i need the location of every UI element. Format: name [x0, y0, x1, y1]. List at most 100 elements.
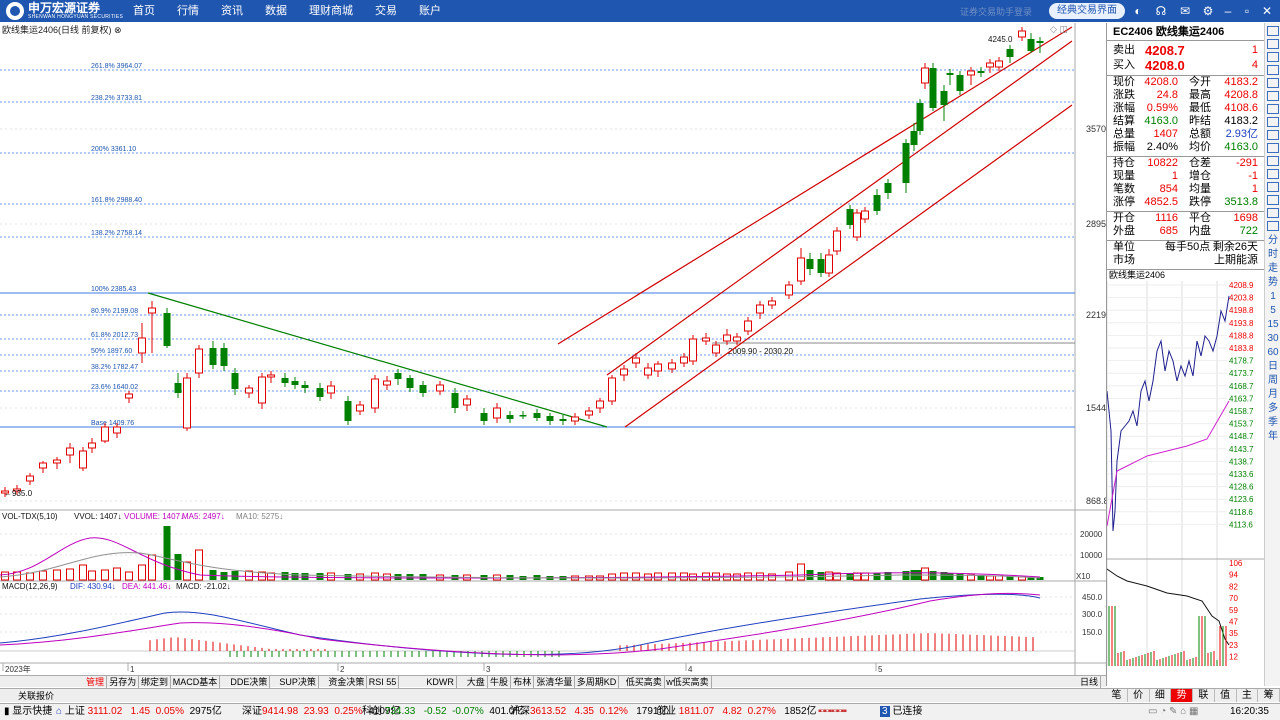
- indicator-tab[interactable]: SUP决策: [277, 676, 319, 688]
- panel-tab[interactable]: 价: [1128, 689, 1150, 702]
- period-label[interactable]: 日线: [1078, 676, 1102, 688]
- indicator-tab[interactable]: 管理: [84, 676, 108, 688]
- nav-quotes[interactable]: 行情: [166, 0, 210, 22]
- panel-tab[interactable]: 笔: [1106, 689, 1128, 702]
- panel-tab[interactable]: 值: [1215, 689, 1237, 702]
- period-item[interactable]: 走: [1265, 262, 1280, 276]
- volume-bar: [861, 572, 869, 581]
- date-label: 5: [878, 665, 883, 674]
- indicator-tab[interactable]: KDWR: [424, 676, 457, 688]
- period-item[interactable]: 30: [1265, 332, 1280, 346]
- period-item[interactable]: 分: [1265, 234, 1280, 248]
- tool-icon[interactable]: [1267, 208, 1279, 218]
- main-nav: 首页 行情 资讯 数据 理财商城 交易 账户: [122, 0, 452, 22]
- gear-icon[interactable]: ⚙: [1201, 4, 1215, 18]
- quote-label: 总额: [1189, 128, 1211, 140]
- index-star[interactable]: 科创 734.33 -0.52 -0.07% 401.0亿: [362, 704, 524, 720]
- tool-icon[interactable]: [1267, 143, 1279, 153]
- quote-value: 4852.5: [1144, 196, 1178, 208]
- period-item[interactable]: 时: [1265, 248, 1280, 262]
- candle-body: [281, 378, 289, 383]
- skin-icon[interactable]: ◐: [1131, 4, 1145, 18]
- quick-toggle[interactable]: ▮ 显示快捷: [4, 704, 52, 720]
- tool-icon[interactable]: [1267, 221, 1279, 231]
- panel-tab[interactable]: 主: [1237, 689, 1259, 702]
- tool-icon[interactable]: [1267, 26, 1279, 36]
- nav-wealth-mall[interactable]: 理财商城: [298, 0, 364, 22]
- period-item[interactable]: 1: [1265, 290, 1280, 304]
- classic-trade-button[interactable]: 经典交易界面: [1049, 3, 1125, 19]
- minimize-icon[interactable]: –: [1221, 4, 1235, 18]
- candle-body: [825, 254, 833, 274]
- indicator-tab[interactable]: 资金决策: [326, 676, 368, 688]
- macd-tick-label: 150.0: [1082, 628, 1103, 637]
- period-item[interactable]: 日: [1265, 360, 1280, 374]
- nav-home[interactable]: 首页: [122, 0, 166, 22]
- period-item[interactable]: 多: [1265, 402, 1280, 416]
- tool-icon[interactable]: [1267, 65, 1279, 75]
- close-icon[interactable]: ✕: [1260, 4, 1274, 18]
- period-item[interactable]: 季: [1265, 416, 1280, 430]
- indicator-tab[interactable]: 低买高卖: [624, 676, 665, 688]
- indicator-tab[interactable]: 牛股: [488, 676, 512, 688]
- index-shanghai[interactable]: ⌂ 上证 3111.02 1.45 0.05% 2975亿: [56, 704, 222, 720]
- tool-icon[interactable]: [1267, 52, 1279, 62]
- indicator-tab[interactable]: 多周期KD: [575, 676, 620, 688]
- intraday-mini-chart[interactable]: 4208.9 4203.8 4198.8 4193.8 4188.8 4183.8 4178…: [1106, 281, 1264, 666]
- dif-line: [0, 593, 1041, 655]
- indicator-tab[interactable]: 绑定到: [139, 676, 172, 688]
- period-item[interactable]: 年: [1265, 430, 1280, 444]
- indicator-tab[interactable]: 另存为: [107, 676, 140, 688]
- period-item[interactable]: 15: [1265, 318, 1280, 332]
- quote-row: 现量 1 增仓 -1: [1107, 170, 1264, 183]
- tool-icon[interactable]: [1267, 39, 1279, 49]
- kline-chart[interactable]: 3570289522191544868.8261.8% 3964.07238.2…: [0, 23, 1106, 675]
- period-strip: 分时走势 1 5 15 30 60 日周月多季年: [1264, 23, 1280, 686]
- period-item[interactable]: 月: [1265, 388, 1280, 402]
- tool-icon[interactable]: [1267, 117, 1279, 127]
- candle-body: [873, 195, 881, 211]
- period-item[interactable]: 5: [1265, 304, 1280, 318]
- nav-account[interactable]: 账户: [408, 0, 452, 22]
- indicator-tab[interactable]: MACD基本: [171, 676, 221, 688]
- period-item[interactable]: 60: [1265, 346, 1280, 360]
- nav-trade[interactable]: 交易: [364, 0, 408, 22]
- mini-price-label: 4148.7: [1229, 432, 1254, 441]
- tool-icon[interactable]: [1267, 130, 1279, 140]
- indicator-tab[interactable]: 张清华量: [534, 676, 576, 688]
- mail-icon[interactable]: ✉: [1178, 4, 1192, 18]
- index-chinext[interactable]: 创业 1811.07 4.82 0.27% 1852亿: [656, 704, 817, 720]
- period-item[interactable]: 周: [1265, 374, 1280, 388]
- candle-body: [654, 363, 662, 372]
- index-hs300[interactable]: 沪深3613.52 4.35 0.12% 1791亿: [510, 704, 668, 720]
- headset-icon[interactable]: ☊: [1154, 4, 1168, 18]
- tool-icon[interactable]: [1267, 195, 1279, 205]
- indicator-tab[interactable]: 大盘: [465, 676, 488, 688]
- panel-tab[interactable]: 势: [1171, 689, 1193, 702]
- volume-bar: [79, 564, 87, 581]
- candle-body: [785, 284, 793, 296]
- nav-data[interactable]: 数据: [254, 0, 298, 22]
- tool-icon[interactable]: [1267, 91, 1279, 101]
- related-quote-button[interactable]: 关联报价: [0, 688, 1106, 702]
- indicator-tab[interactable]: RSI 55: [367, 676, 400, 688]
- tool-icon[interactable]: [1267, 156, 1279, 166]
- nav-news[interactable]: 资讯: [210, 0, 254, 22]
- panel-tab[interactable]: 联: [1193, 689, 1215, 702]
- quote-label: 现价: [1113, 76, 1135, 88]
- indicator-tab[interactable]: 布林: [511, 676, 535, 688]
- indicator-tab[interactable]: w低买高卖: [664, 676, 712, 688]
- tool-icon[interactable]: [1267, 182, 1279, 192]
- maximize-icon[interactable]: ▫: [1240, 4, 1254, 18]
- panel-tab[interactable]: 细: [1150, 689, 1172, 702]
- quote-row: 结算 4163.0 昨结 4183.2: [1107, 115, 1264, 128]
- tool-icon[interactable]: [1267, 104, 1279, 114]
- quote-value: 4208.8: [1224, 89, 1258, 101]
- tool-icon[interactable]: [1267, 169, 1279, 179]
- tool-icon[interactable]: [1267, 78, 1279, 88]
- panel-tab[interactable]: 筹: [1258, 689, 1280, 702]
- indicator-tab[interactable]: DDE决策: [228, 676, 271, 688]
- mini-price-label: 4128.6: [1229, 483, 1254, 492]
- login-link[interactable]: 证券交易助手登录: [960, 5, 1032, 18]
- period-item[interactable]: 势: [1265, 276, 1280, 290]
